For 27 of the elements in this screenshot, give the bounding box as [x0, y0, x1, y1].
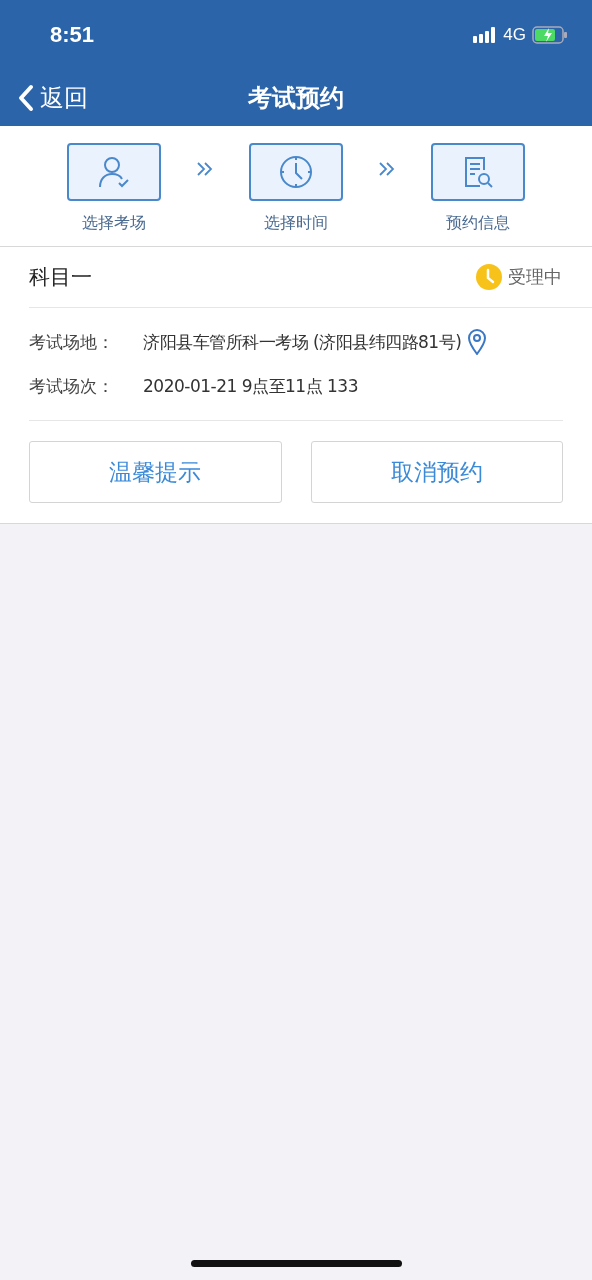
subject-title: 科目一	[29, 264, 92, 291]
page-title: 考试预约	[248, 83, 344, 114]
clock-icon	[476, 264, 502, 290]
back-button[interactable]: 返回	[0, 82, 88, 114]
step-label: 预约信息	[446, 213, 510, 234]
network-type: 4G	[503, 25, 526, 45]
step-tile[interactable]	[249, 143, 343, 201]
double-chevron-icon	[196, 161, 214, 177]
step-label: 选择时间	[264, 213, 328, 234]
signal-icon	[473, 27, 498, 43]
field-label: 考试场地：	[29, 330, 115, 354]
step-tile[interactable]	[431, 143, 525, 201]
location-pin-icon[interactable]	[467, 329, 488, 355]
status-time: 8:51	[50, 22, 95, 48]
step-label: 选择考场	[82, 213, 146, 234]
field-value: 济阳县车管所科一考场 (济阳县纬四路81号)	[143, 330, 462, 354]
person-check-icon	[96, 154, 132, 190]
double-chevron-icon	[378, 161, 396, 177]
action-button[interactable]: 温馨提示	[29, 441, 282, 503]
field-value: 2020-01-21 9点至11点 133	[143, 374, 358, 398]
clock-icon	[278, 154, 314, 190]
action-button[interactable]: 取消预约	[310, 441, 563, 503]
field-label: 考试场次：	[29, 374, 115, 398]
battery-charging-icon	[532, 26, 568, 44]
back-chevron-icon	[18, 84, 34, 112]
status-label: 受理中	[508, 265, 562, 289]
step-tile[interactable]	[67, 143, 161, 201]
